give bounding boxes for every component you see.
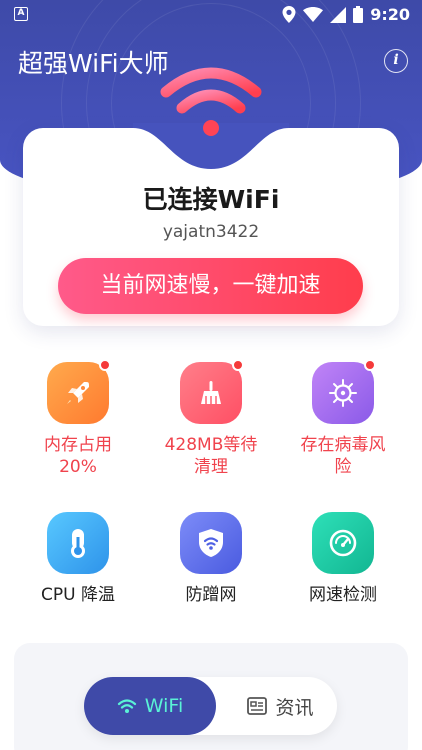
status-time: 9:20 [370,5,410,24]
broom-icon-tile [180,359,244,424]
tab-wifi[interactable]: WiFi [84,677,216,735]
tool-label: 内存占用 20% [13,434,143,478]
tool-label: 428MB等待 清理 [146,434,276,478]
notification-badge [364,359,376,371]
tool-label-line: 清理 [194,457,228,477]
battery-icon [353,6,364,23]
tab-news[interactable]: 资讯 [224,677,337,735]
cell-signal-icon [330,6,347,23]
info-icon[interactable]: i [384,49,408,73]
tool-label-line: CPU 降温 [41,585,115,605]
broom-icon [201,381,221,404]
speedometer-icon [329,529,357,557]
tool-label: CPU 降温 [13,584,143,606]
tab-wifi-label: WiFi [144,695,184,717]
tool-label: 存在病毒风 险 [278,434,408,478]
tool-label-line: 险 [334,457,352,477]
thermometer-icon-tile [47,512,109,574]
tool-label-line: 防蹭网 [185,585,237,605]
tool-label-line: 428MB等待 [164,435,258,455]
wifi-signal-icon [303,7,324,22]
virus-icon [329,379,357,407]
tool-label: 网速检测 [278,584,408,606]
bottom-tab-switcher: WiFi 资讯 [84,677,337,735]
shield-wifi-icon-tile [180,512,242,574]
wifi-logo-icon [160,67,262,136]
thermometer-icon [71,529,85,558]
notification-badge [232,359,244,371]
app-notification-icon: A [14,7,28,21]
tool-cpu-cooling[interactable]: CPU 降温 [13,512,143,606]
app-title: 超强WiFi大师 [18,49,169,78]
tool-label: 防蹭网 [146,584,276,606]
notification-badge [99,359,111,371]
location-icon [282,6,296,23]
connection-status: 已连接WiFi [142,185,280,214]
tool-label-line: 20% [59,457,97,477]
status-bar: A 9:20 [0,0,422,30]
tool-virus-scan[interactable]: 存在病毒风 险 [278,359,408,478]
speed-boost-button[interactable]: 当前网速慢，一键加速 [58,258,363,314]
rocket-icon [67,382,89,404]
tab-news-label: 资讯 [275,696,314,719]
wifi-ssid: yajatn3422 [162,222,260,242]
tool-anti-leech[interactable]: 防蹭网 [146,512,276,606]
speedometer-icon-tile [312,512,374,574]
shield-wifi-icon [199,529,223,557]
rocket-icon-tile [47,359,111,424]
tool-label-line: 存在病毒风 [300,435,386,455]
wifi-icon [117,699,136,713]
tool-speed-test[interactable]: 网速检测 [278,512,408,606]
news-icon [247,697,268,715]
tool-label-line: 内存占用 [44,435,112,455]
tool-memory[interactable]: 内存占用 20% [13,359,143,478]
virus-icon-tile [312,359,376,424]
tool-label-line: 网速检测 [309,585,377,605]
tool-cleanup[interactable]: 428MB等待 清理 [146,359,276,478]
